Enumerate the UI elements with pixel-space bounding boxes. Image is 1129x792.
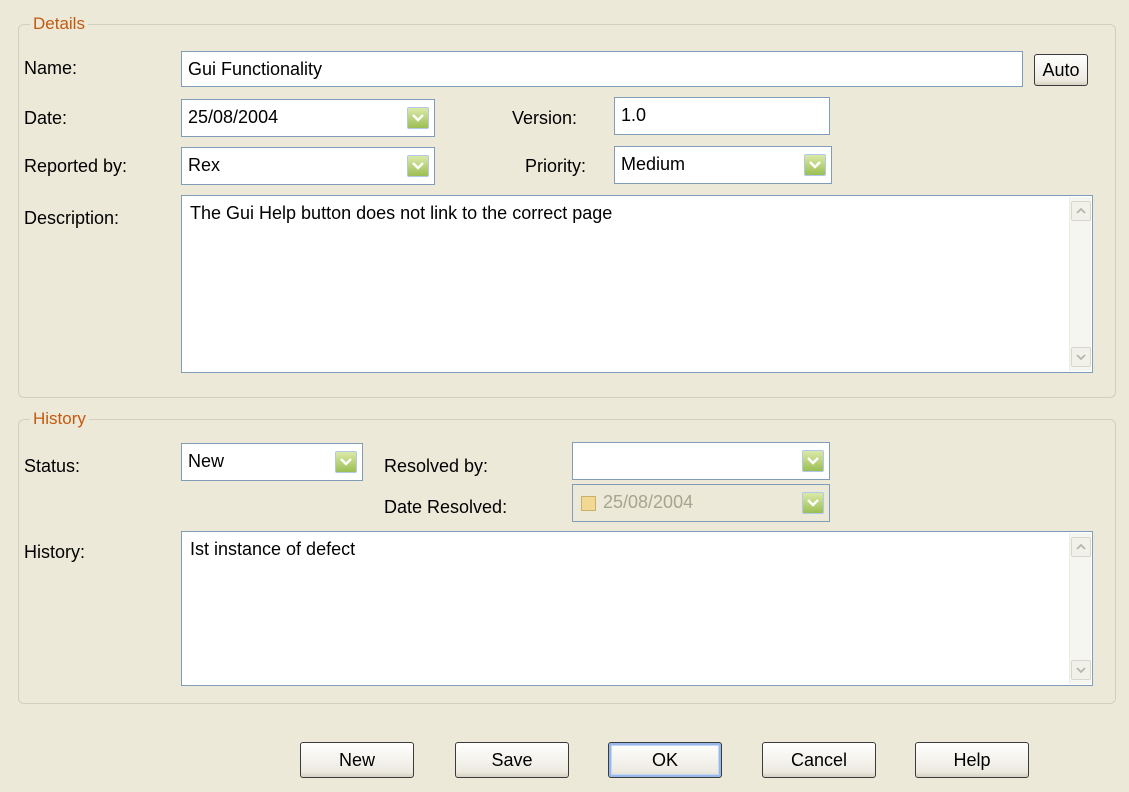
date-picker[interactable]: 25/08/2004: [181, 99, 435, 137]
reported-by-value: Rex: [188, 155, 221, 175]
version-label: Version:: [512, 108, 578, 128]
details-legend: Details: [30, 14, 88, 34]
date-resolved-dropdown-button[interactable]: [802, 492, 824, 514]
chevron-down-icon: [340, 458, 352, 466]
ok-button[interactable]: OK: [608, 742, 722, 778]
cancel-button[interactable]: Cancel: [762, 742, 876, 778]
history-value: Ist instance of defect: [190, 539, 356, 559]
date-label: Date:: [24, 108, 68, 128]
auto-button[interactable]: Auto: [1034, 54, 1088, 86]
resolved-by-dropdown-button[interactable]: [802, 450, 824, 472]
name-label: Name:: [24, 58, 78, 78]
history-label: History:: [24, 542, 86, 562]
chevron-down-icon: [412, 162, 424, 170]
scroll-down-icon: [1076, 354, 1086, 360]
date-value: 25/08/2004: [188, 107, 279, 127]
resolved-by-label: Resolved by:: [384, 456, 489, 476]
resolved-by-select[interactable]: [572, 442, 830, 480]
description-value: The Gui Help button does not link to the…: [190, 203, 613, 223]
save-button[interactable]: Save: [455, 742, 569, 778]
description-textarea[interactable]: The Gui Help button does not link to the…: [181, 195, 1093, 373]
priority-label: Priority:: [525, 156, 587, 176]
reported-by-select[interactable]: Rex: [181, 147, 435, 185]
status-label: Status:: [24, 456, 81, 476]
date-dropdown-button[interactable]: [407, 107, 429, 129]
version-value: 1.0: [621, 105, 647, 125]
reported-by-dropdown-button[interactable]: [407, 155, 429, 177]
status-select[interactable]: New: [181, 443, 363, 481]
date-resolved-label: Date Resolved:: [384, 497, 508, 517]
status-dropdown-button[interactable]: [335, 451, 357, 473]
date-resolved-checkbox[interactable]: [581, 496, 596, 511]
scroll-up-button[interactable]: [1071, 537, 1091, 557]
date-resolved-value: 25/08/2004: [603, 492, 694, 512]
history-scrollbar[interactable]: [1069, 533, 1091, 684]
history-legend: History: [30, 409, 89, 429]
name-field[interactable]: Gui Functionality: [181, 51, 1023, 87]
description-label: Description:: [24, 208, 120, 228]
chevron-down-icon: [807, 499, 819, 507]
priority-dropdown-button[interactable]: [804, 154, 826, 176]
priority-select[interactable]: Medium: [614, 146, 832, 184]
description-scrollbar[interactable]: [1069, 197, 1091, 371]
scroll-up-icon: [1076, 544, 1086, 550]
scroll-down-button[interactable]: [1071, 660, 1091, 680]
help-button[interactable]: Help: [915, 742, 1029, 778]
reported-by-label: Reported by:: [24, 156, 128, 176]
chevron-down-icon: [807, 457, 819, 465]
date-resolved-picker[interactable]: 25/08/2004: [572, 484, 830, 522]
version-field[interactable]: 1.0: [614, 97, 830, 135]
status-value: New: [188, 451, 225, 471]
scroll-down-icon: [1076, 667, 1086, 673]
name-value: Gui Functionality: [188, 59, 323, 79]
history-textarea[interactable]: Ist instance of defect: [181, 531, 1093, 686]
new-button[interactable]: New: [300, 742, 414, 778]
chevron-down-icon: [809, 161, 821, 169]
scroll-up-icon: [1076, 208, 1086, 214]
scroll-down-button[interactable]: [1071, 347, 1091, 367]
priority-value: Medium: [621, 154, 686, 174]
chevron-down-icon: [412, 114, 424, 122]
scroll-up-button[interactable]: [1071, 201, 1091, 221]
